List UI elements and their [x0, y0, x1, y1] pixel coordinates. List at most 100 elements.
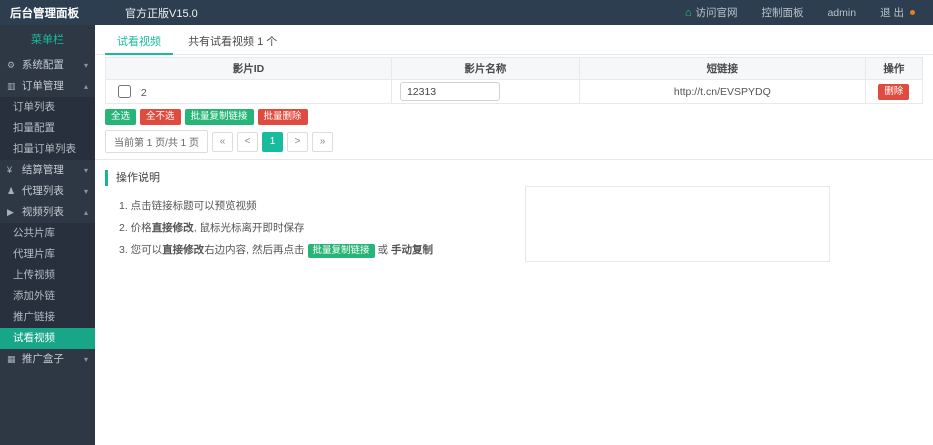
main-content: 试看视频 共有试看视频 1 个 影片ID 影片名称 短链接 操作 2 12313… [95, 25, 933, 445]
box-icon: ▦ [7, 354, 16, 364]
home-icon: ⌂ [684, 6, 692, 19]
col-header-video-name: 影片名称 [390, 57, 580, 80]
sidebar-item-label: 推广盒子 [21, 353, 64, 365]
instructions-title: 操作说明 [105, 170, 923, 186]
batch-delete-button[interactable]: 批量删除 [257, 109, 308, 125]
sidebar-item-upload-video[interactable]: 上传视频 [0, 265, 95, 286]
delete-button[interactable]: 删除 [878, 83, 910, 100]
pagination-last-button[interactable]: » [312, 131, 334, 152]
chevron-down-icon: ▾ [83, 166, 88, 175]
sidebar-item-agent-list[interactable]: ♟ 代理列表 ▾ [0, 181, 95, 202]
sidebar-item-label: 公共片库 [13, 227, 55, 239]
sidebar-item-label: 试看视频 [13, 332, 55, 344]
video-name-input[interactable] [399, 82, 500, 101]
sidebar-item-deduction-config[interactable]: 扣量配置 [0, 118, 95, 139]
sidebar-item-settlement-mgmt[interactable]: ¥ 结算管理 ▾ [0, 160, 95, 181]
sidebar-item-label: 扣量配置 [13, 122, 55, 134]
pagination-prev-button[interactable]: < [237, 131, 259, 152]
sidebar-item-label: 视频列表 [21, 206, 64, 218]
sidebar-item-system-config[interactable]: ⚙ 系统配置 ▾ [0, 55, 95, 76]
step-2-bold-text: 直接修改 [151, 222, 194, 234]
short-link[interactable]: http://t.cn/EVSPYDQ [674, 86, 771, 98]
app-title: 后台管理面板 [10, 7, 79, 20]
version-label: 官方正版V15.0 [125, 7, 198, 20]
col-header-video-id: 影片ID [105, 57, 392, 80]
sidebar-item-label: 上传视频 [13, 269, 55, 281]
step-3-bold-text: 手动复制 [390, 244, 433, 256]
sidebar-item-trial-video[interactable]: 试看视频 [0, 328, 95, 349]
sidebar-item-label: 代理列表 [21, 185, 64, 197]
sidebar-item-label: 系统配置 [21, 59, 64, 71]
visit-site-label: 访问官网 [695, 7, 738, 19]
sidebar-item-label: 推广链接 [13, 311, 55, 323]
sidebar-item-public-library[interactable]: 公共片库 [0, 223, 95, 244]
pagination-first-button[interactable]: « [212, 131, 234, 152]
step-3-bold-text: 直接修改 [162, 244, 205, 256]
topbar-links: ⌂ 访问官网 控制面板 admin 退 出 [685, 5, 933, 20]
video-icon: ▶ [7, 207, 14, 217]
control-panel-label: 控制面板 [761, 7, 804, 19]
sidebar: 菜单栏 ⚙ 系统配置 ▾ ▥ 订单管理 ▴ 订单列表 扣量配置 扣量订单列表 ¥… [0, 25, 95, 445]
chevron-down-icon: ▾ [83, 61, 88, 70]
sidebar-item-order-list[interactable]: 订单列表 [0, 97, 95, 118]
bar-chart-icon: ▥ [7, 81, 16, 91]
sidebar-item-label: 扣量订单列表 [13, 143, 76, 155]
username-label: admin [827, 6, 857, 19]
sidebar-item-agent-library[interactable]: 代理片库 [0, 244, 95, 265]
table-header-row: 影片ID 影片名称 短链接 操作 [105, 57, 924, 80]
pagination: 当前第 1 页/共 1 页 « < 1 > » [105, 130, 923, 153]
step-3-text: 右边内容, 然后再点击 [204, 244, 305, 256]
col-header-short-link: 短链接 [578, 57, 866, 80]
copy-links-button-example: 批量复制链接 [307, 244, 375, 258]
topbar: 后台管理面板 官方正版V15.0 ⌂ 访问官网 控制面板 admin 退 出 [0, 0, 933, 25]
select-all-button[interactable]: 全选 [105, 109, 137, 125]
col-header-action: 操作 [864, 57, 924, 80]
sidebar-item-label: 结算管理 [21, 164, 64, 176]
sidebar-item-add-external-link[interactable]: 添加外链 [0, 286, 95, 307]
logout-link[interactable]: 退 出 [880, 5, 915, 20]
sidebar-item-label: 添加外链 [13, 290, 55, 302]
sidebar-item-deduction-order-list[interactable]: 扣量订单列表 [0, 139, 95, 160]
select-none-button[interactable]: 全不选 [140, 109, 181, 125]
tab-bar: 试看视频 共有试看视频 1 个 [95, 25, 933, 55]
pagination-next-button[interactable]: > [287, 131, 309, 152]
control-panel-link[interactable]: 控制面板 [761, 5, 803, 20]
video-name-cell [390, 79, 580, 104]
username-menu[interactable]: admin [827, 7, 856, 19]
step-2-text: , 鼠标光标离开即时保存 [193, 222, 305, 234]
chevron-up-icon: ▴ [83, 82, 88, 91]
pagination-summary: 当前第 1 页/共 1 页 [105, 130, 209, 153]
chevron-up-icon: ▴ [83, 208, 88, 217]
chevron-down-icon: ▾ [83, 355, 88, 364]
visit-site-link[interactable]: ⌂ 访问官网 [685, 5, 738, 20]
step-2-text: 2. 价格 [119, 222, 152, 234]
sidebar-item-label: 代理片库 [13, 248, 55, 260]
sidebar-item-label: 订单管理 [21, 80, 64, 92]
logout-label: 退 出 [880, 7, 904, 19]
sidebar-item-promo-box[interactable]: ▦ 推广盒子 ▾ [0, 349, 95, 370]
step-3-text: 3. 您可以 [119, 244, 163, 256]
video-id-cell: 2 [105, 79, 392, 104]
short-link-cell: http://t.cn/EVSPYDQ [578, 79, 866, 104]
action-cell: 删除 [864, 79, 924, 104]
sidebar-item-label: 订单列表 [13, 101, 55, 113]
tab-trial-video[interactable]: 试看视频 [105, 33, 173, 55]
pagination-page-1-button[interactable]: 1 [262, 131, 284, 152]
gear-icon: ⚙ [7, 60, 16, 70]
sidebar-header: 菜单栏 [31, 34, 64, 46]
batch-actions: 全选 全不选 批量复制链接 批量删除 [105, 109, 923, 125]
sidebar-item-order-mgmt[interactable]: ▥ 订单管理 ▴ [0, 76, 95, 97]
copied-links-textarea[interactable] [525, 186, 830, 262]
user-icon: ♟ [7, 186, 16, 196]
row-select-checkbox[interactable] [118, 84, 131, 98]
instructions-panel: 操作说明 1. 点击链接标题可以预览视频 2. 价格直接修改, 鼠标光标离开即时… [95, 159, 933, 389]
yen-icon: ¥ [7, 165, 13, 175]
batch-copy-links-button[interactable]: 批量复制链接 [184, 109, 254, 125]
trial-video-count-label: 共有试看视频 1 个 [188, 36, 278, 48]
chevron-down-icon: ▾ [83, 187, 88, 196]
table-row: 2 http://t.cn/EVSPYDQ 删除 [105, 79, 924, 104]
trial-video-table: 影片ID 影片名称 短链接 操作 2 http://t.cn/EVSPYDQ [105, 57, 924, 104]
video-id-value: 2 [140, 86, 147, 99]
sidebar-item-video-list[interactable]: ▶ 视频列表 ▴ [0, 202, 95, 223]
sidebar-item-promo-link[interactable]: 推广链接 [0, 307, 95, 328]
